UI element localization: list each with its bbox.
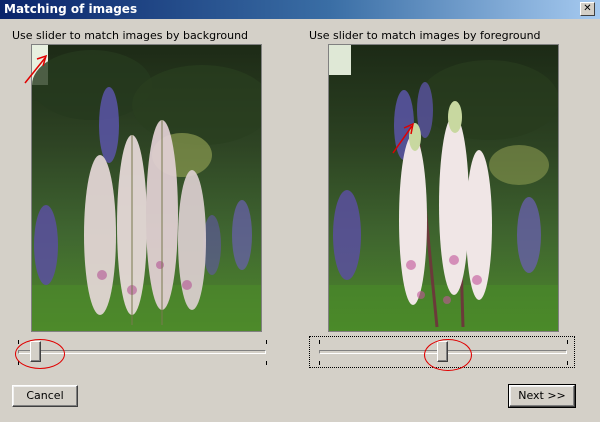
slider-tick [18, 340, 19, 344]
slider-tick [266, 361, 267, 365]
cancel-button[interactable]: Cancel [12, 385, 78, 407]
title-bar: Matching of images ✕ [0, 0, 600, 19]
foreground-slider-label: Use slider to match images by foreground [309, 29, 541, 42]
slider-tick [567, 361, 568, 365]
background-match-image [31, 44, 262, 332]
annotation-arrow-icon [24, 54, 48, 84]
annotation-arrow-icon [392, 122, 415, 154]
window-title: Matching of images [4, 2, 138, 16]
foreground-match-image [328, 44, 559, 332]
next-button[interactable]: Next >> [508, 384, 576, 408]
close-icon: ✕ [583, 3, 592, 14]
annotation-circle [15, 339, 65, 369]
slider-tick [266, 340, 267, 344]
background-slider-label: Use slider to match images by background [12, 29, 249, 42]
slider-tick [319, 361, 320, 365]
slider-tick [567, 340, 568, 344]
slider-tick [319, 340, 320, 344]
close-button[interactable]: ✕ [580, 2, 595, 16]
annotation-circle [424, 339, 472, 371]
